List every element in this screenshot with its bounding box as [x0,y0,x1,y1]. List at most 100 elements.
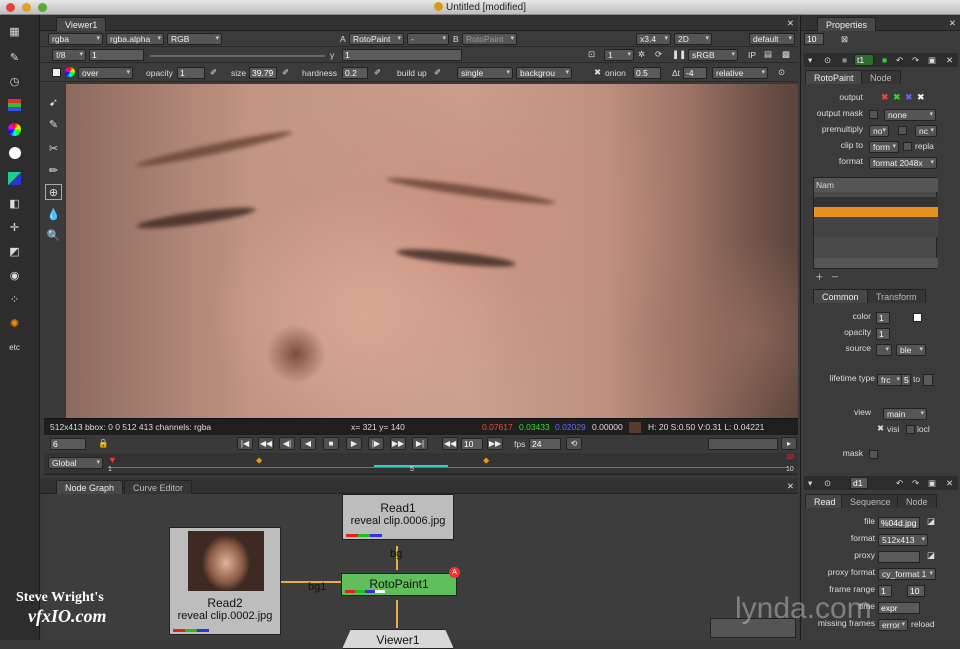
color-wheel-icon[interactable] [65,67,75,77]
3d-icon[interactable]: ◩ [6,243,23,259]
first-frame-button[interactable]: |◀ [237,437,253,450]
last-frame-button[interactable]: ▶| [412,437,428,450]
size-pressure-icon[interactable]: ✐ [282,67,289,78]
playback-range-slider[interactable] [708,438,778,450]
frame-range-start-field[interactable]: 1 [878,585,892,597]
output-mask-checkbox[interactable] [869,110,878,119]
dodge-icon[interactable]: 🔍 [45,227,62,243]
tab-sequence[interactable]: Sequence [841,494,900,508]
wipe-mode-dropdown[interactable]: - [407,33,449,45]
frame-range-dropdown[interactable]: Global [48,457,103,469]
b-input-dropdown[interactable]: RotoPaint [462,33,517,45]
float-icon[interactable]: ▣ [928,478,936,489]
color-swatch[interactable] [913,313,922,322]
fps-field[interactable]: 24 [529,438,561,450]
mask-checkbox[interactable] [869,450,878,459]
frame-range-end-field[interactable]: 10 [907,585,925,597]
delta-t-field[interactable]: -4 [683,67,707,79]
pause-icon[interactable]: ❚❚ [672,49,686,60]
clone-mode-dropdown[interactable]: relative [712,67,768,79]
rotopaint1-node[interactable]: RotoPaint1 [341,573,457,596]
channel-icon[interactable] [6,97,23,113]
gamma-field[interactable]: 1 [342,49,462,61]
lock-icon[interactable]: 🔒 [98,438,109,449]
close-panel-icon[interactable]: ✕ [946,55,953,66]
proxy-format-dropdown[interactable]: cy_format 1 [878,568,936,580]
time-icon[interactable]: ◷ [6,73,23,89]
replace-checkbox[interactable] [903,142,912,151]
input-process-button[interactable]: IP [748,50,756,60]
tab-transform[interactable]: Transform [867,289,926,303]
timeline[interactable]: Global ▼ ⬥ ⬥ 10 1 5 10 [44,453,798,475]
file-browse-icon[interactable]: ◪ [927,516,935,527]
output-mask-dropdown[interactable]: none [884,109,936,121]
bezier-icon[interactable]: ✎ [45,116,62,132]
lut-dropdown[interactable]: default [749,33,795,45]
views-icon[interactable]: ◉ [6,267,23,283]
pane-close-icon[interactable]: ✕ [949,18,956,29]
locked-checkbox[interactable] [906,425,915,434]
help-icon[interactable]: ⊙ [824,478,831,489]
lifetime-from-field[interactable]: 5 [901,374,911,386]
max-panels-field[interactable]: 10 [804,33,824,45]
roi-icon[interactable]: ⊡ [588,49,595,60]
gain-field[interactable]: 1 [89,49,144,61]
output-red-toggle[interactable]: ✖ [881,92,889,103]
source-dropdown[interactable] [876,344,892,356]
tab-node-graph[interactable]: Node Graph [56,480,124,494]
opacity-field[interactable]: 1 [177,67,205,79]
tab-curve-editor[interactable]: Curve Editor [124,480,193,494]
next-keyframe-button[interactable]: ▶▶ [390,437,406,450]
layer-row-root[interactable] [814,197,938,207]
collapse-icon[interactable]: ▾ [808,478,812,489]
layer-row[interactable] [814,217,938,227]
display-dropdown[interactable]: sRGB [688,49,738,61]
collapse-icon[interactable]: ▾ [808,55,812,66]
blend-mode-dropdown[interactable]: over [78,67,133,79]
opacity-pressure-icon[interactable]: ✐ [210,67,217,78]
close-panel-icon[interactable]: ✕ [946,478,953,489]
undo-icon[interactable]: ↶ [896,478,903,489]
clipping-icon[interactable]: ▤ [764,49,772,60]
checker-icon[interactable]: ▩ [782,49,790,60]
read1-node[interactable]: Read1 reveal clip.0006.jpg [342,494,454,540]
lifetime-type-dropdown[interactable]: frc [877,374,903,386]
opacity-field[interactable]: 1 [876,328,890,340]
step-field[interactable]: 10 [461,438,483,450]
color-field[interactable]: 1 [876,312,890,324]
skip-forward-button[interactable]: ▶▶ [487,437,503,450]
colorspace-dropdown[interactable]: RGB [167,33,222,45]
viewer1-node[interactable]: Viewer1 [342,629,454,649]
build-up-icon[interactable]: ✐ [434,67,441,78]
keyer-icon[interactable] [6,170,23,186]
pane-close-icon[interactable]: ✕ [787,18,794,29]
reveal-icon[interactable]: ⊕ [45,184,62,200]
redo-icon[interactable]: ↷ [912,55,919,66]
furnace-icon[interactable]: ✺ [6,315,23,331]
image-icon[interactable]: ▦ [6,23,23,39]
tab-node[interactable]: Node [861,70,901,84]
tab-common[interactable]: Common [813,289,868,303]
tab-viewer1[interactable]: Viewer1 [56,17,107,31]
undo-icon[interactable]: ↶ [896,55,903,66]
tab-rotopaint[interactable]: RotoPaint [805,70,863,84]
format-dropdown[interactable]: format 2048x [869,157,937,169]
proxy-dropdown[interactable]: 1 [604,49,634,61]
read2-node[interactable]: Read2 reveal clip.0002.jpg [169,527,281,635]
prev-keyframe-button[interactable]: ◀◀ [258,437,274,450]
visible-checkbox[interactable]: ✖ [877,423,884,434]
reset-offset-icon[interactable]: ⊙ [778,67,785,78]
float-icon[interactable]: ▣ [928,55,936,66]
gain-slider[interactable] [150,55,325,57]
select-arrow-icon[interactable]: ➹ [45,94,62,110]
other-icon[interactable]: etc [6,339,23,355]
pane-close-icon[interactable]: ✕ [787,481,794,492]
play-forward-button[interactable]: ▶ [346,437,362,450]
tab-properties[interactable]: Properties [817,17,877,31]
read-node-name-field[interactable]: d1 [850,477,868,489]
view-dropdown[interactable]: main [883,408,927,420]
size-field[interactable]: 39.79 [249,67,277,79]
zoom-dropdown[interactable]: x3.4 [636,33,671,45]
add-layer-button[interactable]: ＋ [815,271,824,283]
stroke-mode-dropdown[interactable]: single [457,67,513,79]
